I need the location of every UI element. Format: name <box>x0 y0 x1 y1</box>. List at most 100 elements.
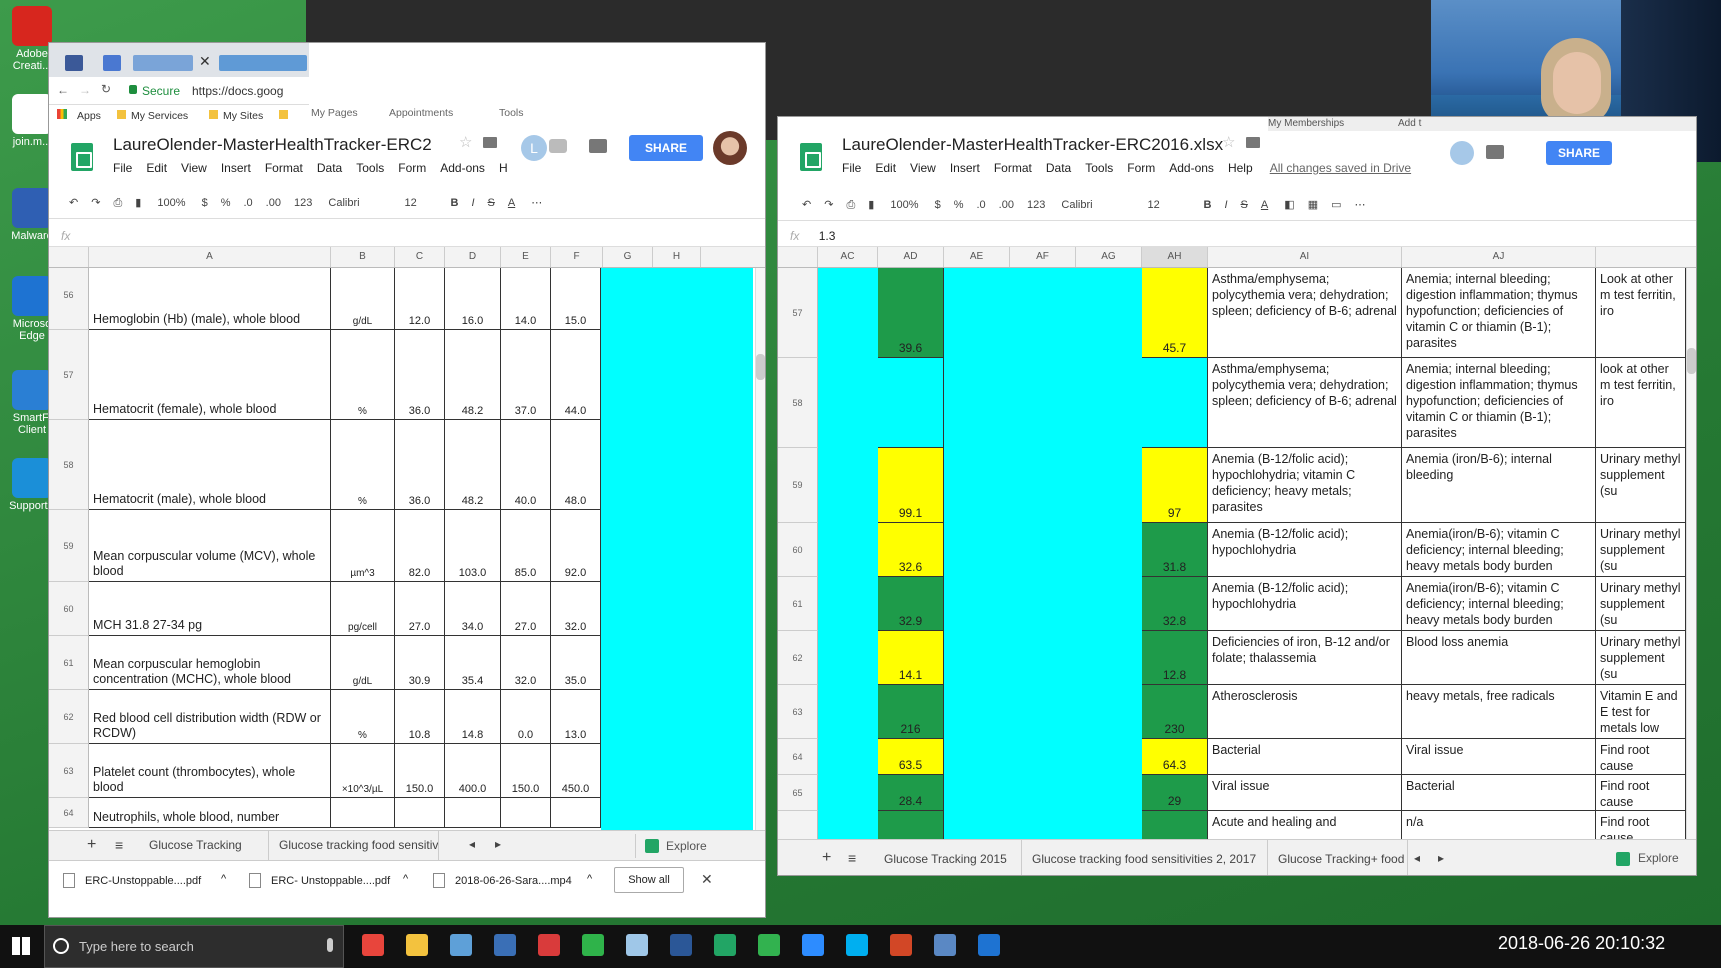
menu-edit[interactable]: Edit <box>875 161 896 175</box>
download-item-1[interactable]: ERC-Unstoppable....pdf <box>85 875 201 887</box>
cell-low-range[interactable]: 82.0 <box>395 510 445 582</box>
chrome-icon[interactable] <box>362 934 384 956</box>
column-header-g[interactable]: G <box>603 247 653 267</box>
cell-notes[interactable]: Urinary methyl supplement (su <box>1596 448 1686 523</box>
table-row-label[interactable]: Neutrophils, whole blood, number <box>89 798 331 828</box>
download-item-3[interactable]: 2018-06-26-Sara....mp4 <box>455 875 572 887</box>
chevron-up-icon[interactable]: ^ <box>221 873 226 885</box>
all-sheets-icon[interactable]: ≡ <box>848 850 856 866</box>
row-header[interactable]: 65 <box>778 775 818 811</box>
menu-edit[interactable]: Edit <box>146 161 167 175</box>
cell-ah-value[interactable]: 45.7 <box>1142 268 1208 358</box>
cell-unit[interactable]: % <box>331 420 395 510</box>
increase-decimal-button[interactable]: .00 <box>999 189 1014 221</box>
percent-button[interactable]: % <box>221 187 231 219</box>
column-header-f[interactable]: F <box>551 247 603 267</box>
cell-unit[interactable]: % <box>331 330 395 420</box>
menu-format[interactable]: Format <box>994 161 1032 175</box>
cell-notes[interactable]: look at other m test ferritin, iro <box>1596 358 1686 448</box>
forward-icon[interactable]: → <box>79 83 91 97</box>
more-icon[interactable]: ⋯ <box>1355 189 1366 221</box>
bookmark-my-sites[interactable]: My Sites <box>223 110 263 122</box>
cell-low-causes[interactable]: Viral issue <box>1402 739 1596 775</box>
mail-icon[interactable] <box>450 934 472 956</box>
row-header[interactable]: 59 <box>49 510 89 582</box>
chevron-up-icon[interactable]: ^ <box>403 873 408 885</box>
column-header-ae[interactable]: AE <box>944 247 1010 267</box>
explore-button[interactable]: Explore <box>1638 851 1679 865</box>
network-icon[interactable] <box>934 934 956 956</box>
cell-optimal-low[interactable] <box>501 798 551 828</box>
row-header[interactable]: 58 <box>778 358 818 448</box>
cell-unit[interactable]: g/dL <box>331 268 395 330</box>
row-header[interactable]: 58 <box>49 420 89 510</box>
cell-high-causes[interactable]: Viral issue <box>1208 775 1402 811</box>
menu-addons[interactable]: Add-ons <box>1169 161 1214 175</box>
tab-scroll-right-icon[interactable]: ▸ <box>495 837 501 851</box>
formula-value[interactable]: 1.3 <box>819 229 836 243</box>
reload-icon[interactable]: ↻ <box>101 82 111 96</box>
cell-ad-value[interactable] <box>878 358 944 448</box>
row-header[interactable]: 61 <box>778 577 818 631</box>
menu-format[interactable]: Format <box>265 161 303 175</box>
cell-high-causes[interactable]: Bacterial <box>1208 739 1402 775</box>
bookmark-apps[interactable]: Apps <box>77 110 101 122</box>
download-item-2[interactable]: ERC- Unstoppable....pdf <box>271 875 390 887</box>
star-icon[interactable]: ☆ <box>1222 133 1235 151</box>
italic-button[interactable]: I <box>1224 189 1227 221</box>
vpn-icon[interactable] <box>494 934 516 956</box>
menu-insert[interactable]: Insert <box>221 161 251 175</box>
table-row-label[interactable]: Mean corpuscular volume (MCV), whole blo… <box>89 510 331 582</box>
menu-data[interactable]: Data <box>317 161 342 175</box>
cell-ad-value[interactable]: 32.9 <box>878 577 944 631</box>
cell-high-causes[interactable]: Acute and healing and <box>1208 811 1402 839</box>
folder-move-icon[interactable] <box>483 137 497 148</box>
cell-high-causes[interactable]: Asthma/emphysema; polycythemia vera; deh… <box>1208 268 1402 358</box>
menu-form[interactable]: Form <box>398 161 426 175</box>
text-color-button[interactable]: A <box>1261 189 1268 221</box>
microphone-icon[interactable] <box>327 938 333 952</box>
bookmark-appointments[interactable]: Appointments <box>389 107 453 119</box>
column-header-h[interactable]: H <box>653 247 701 267</box>
cell-high-range[interactable]: 48.2 <box>445 330 501 420</box>
number-format-button[interactable]: 123 <box>294 187 312 219</box>
tab-glucose-tracking-food[interactable]: Glucose Tracking+ food <box>1268 840 1408 875</box>
more-icon[interactable]: ⋯ <box>531 187 542 219</box>
print-icon[interactable]: ⎙ <box>846 189 855 221</box>
star-icon[interactable]: ☆ <box>459 133 472 151</box>
menu-addons[interactable]: Add-ons <box>440 161 485 175</box>
menu-tools[interactable]: Tools <box>1085 161 1113 175</box>
font-select[interactable]: Calibri <box>1061 189 1131 221</box>
document-title[interactable]: LaureOlender-MasterHealthTracker-ERC2016… <box>842 135 1223 155</box>
increase-decimal-button[interactable]: .00 <box>266 187 281 219</box>
cell-high-range[interactable]: 34.0 <box>445 582 501 636</box>
row-header[interactable]: 62 <box>49 690 89 744</box>
decrease-decimal-button[interactable]: .0 <box>976 189 985 221</box>
add-sheet-icon[interactable]: + <box>822 849 831 867</box>
cell-unit[interactable]: µm^3 <box>331 510 395 582</box>
row-header[interactable]: 60 <box>778 523 818 577</box>
cell-ah-value[interactable]: 64.3 <box>1142 739 1208 775</box>
row-header[interactable]: 60 <box>49 582 89 636</box>
column-header-aj[interactable]: AJ <box>1402 247 1596 267</box>
tab-glucose-food-2017[interactable]: Glucose tracking food sensitivities 2, 2… <box>1022 840 1268 875</box>
sheets-logo-icon[interactable] <box>71 143 93 171</box>
tab-glucose-food[interactable]: Glucose tracking food sensitivitie <box>269 831 439 860</box>
cell-ad-value[interactable]: 63.5 <box>878 739 944 775</box>
cell-optimal-low[interactable]: 27.0 <box>501 582 551 636</box>
zoom-select[interactable]: 100% <box>157 187 185 219</box>
cell-high-range[interactable]: 35.4 <box>445 636 501 690</box>
back-icon[interactable]: ← <box>57 83 69 97</box>
menu-form[interactable]: Form <box>1127 161 1155 175</box>
cell-optimal-high[interactable]: 44.0 <box>551 330 601 420</box>
cell-high-range[interactable]: 48.2 <box>445 420 501 510</box>
cell-optimal-high[interactable]: 35.0 <box>551 636 601 690</box>
comments-icon[interactable] <box>1486 145 1504 159</box>
cell-optimal-low[interactable]: 40.0 <box>501 420 551 510</box>
cell-ad-value[interactable]: 32.6 <box>878 523 944 577</box>
tab-glucose-2015[interactable]: Glucose Tracking 2015 <box>874 840 1022 875</box>
borders-icon[interactable]: ▦ <box>1308 189 1318 221</box>
share-button[interactable]: SHARE <box>629 135 703 161</box>
currency-button[interactable]: $ <box>202 187 208 219</box>
column-header-ag[interactable]: AG <box>1076 247 1142 267</box>
